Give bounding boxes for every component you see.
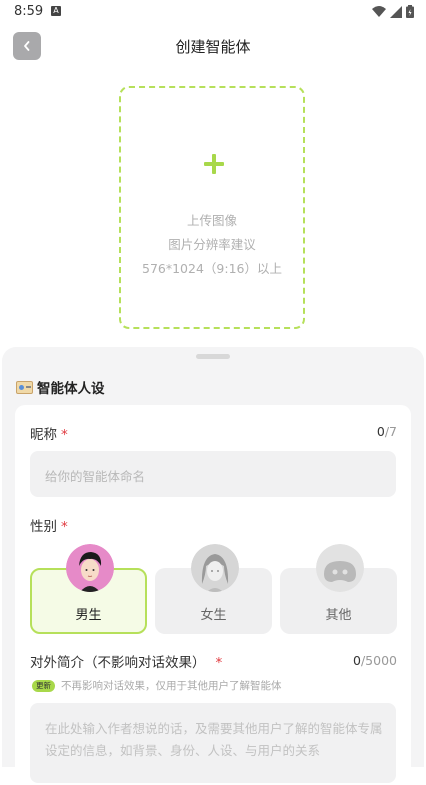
nickname-label: 昵称 bbox=[30, 427, 57, 443]
nickname-placeholder: 给你的智能体命名 bbox=[45, 469, 146, 484]
nickname-counter: 0/7 bbox=[377, 424, 397, 439]
intro-textarea[interactable]: 在此处输入作者想说的话，及需要其他用户了解的智能体专属设定的信息，如背景、身份、… bbox=[30, 703, 396, 783]
header: 创建智能体 bbox=[0, 26, 426, 66]
intro-label: 对外简介（不影响对话效果） bbox=[30, 655, 206, 671]
required-mark: * bbox=[61, 427, 68, 443]
drag-handle[interactable] bbox=[196, 354, 230, 359]
upload-size-hint: 576*1024（9:16）以上 bbox=[142, 261, 282, 276]
gender-option-label: 其他 bbox=[325, 608, 352, 623]
notification-icon: A bbox=[51, 6, 61, 16]
intro-counter: 0/5000 bbox=[353, 653, 397, 668]
persona-form-card: 昵称 * 0/7 给你的智能体命名 性别 * 男生 女生 其他 对外简介（不影响… bbox=[15, 405, 411, 785]
section-title: 智能体人设 bbox=[37, 381, 105, 397]
required-mark: * bbox=[215, 655, 223, 671]
nickname-count-max: /7 bbox=[384, 424, 397, 439]
page-title: 创建智能体 bbox=[175, 38, 251, 56]
nickname-label-row: 昵称 * bbox=[30, 423, 68, 443]
status-bar: 8:59 A bbox=[0, 0, 426, 26]
update-badge: 更新 bbox=[32, 680, 55, 692]
nickname-count-current: 0 bbox=[376, 424, 385, 439]
gender-label: 性别 bbox=[30, 519, 57, 535]
image-upload-area[interactable]: 上传图像 图片分辨率建议 576*1024（9:16）以上 bbox=[119, 86, 305, 329]
intro-count-current: 0 bbox=[353, 653, 361, 668]
upload-label: 上传图像 bbox=[186, 213, 237, 228]
female-avatar-icon bbox=[191, 544, 239, 592]
update-note: 不再影响对话效果，仅用于其他用户了解智能体 bbox=[61, 680, 282, 692]
id-card-icon bbox=[16, 380, 33, 394]
intro-placeholder: 在此处输入作者想说的话，及需要其他用户了解的智能体专属设定的信息，如背景、身份、… bbox=[45, 721, 383, 758]
upload-resolution-hint: 图片分辨率建议 bbox=[168, 237, 256, 252]
other-avatar-icon bbox=[316, 544, 364, 592]
signal-icon bbox=[390, 5, 402, 18]
section-header: 智能体人设 bbox=[16, 377, 105, 397]
male-avatar-icon bbox=[66, 544, 114, 592]
gender-option-label: 男生 bbox=[75, 608, 102, 623]
status-time: 8:59 bbox=[14, 4, 44, 19]
required-mark: * bbox=[61, 519, 68, 535]
plus-icon bbox=[204, 154, 224, 174]
intro-label-row: 对外简介（不影响对话效果） * bbox=[30, 651, 222, 671]
nickname-input[interactable]: 给你的智能体命名 bbox=[30, 451, 396, 497]
gender-option-label: 女生 bbox=[200, 608, 227, 623]
battery-icon bbox=[406, 5, 414, 18]
intro-count-max: /5000 bbox=[360, 653, 397, 668]
persona-sheet: 智能体人设 昵称 * 0/7 给你的智能体命名 性别 * 男生 女生 其他 对外… bbox=[2, 347, 424, 785]
wifi-icon bbox=[372, 5, 386, 17]
status-icons bbox=[372, 5, 414, 18]
gender-label-row: 性别 * bbox=[30, 515, 68, 535]
